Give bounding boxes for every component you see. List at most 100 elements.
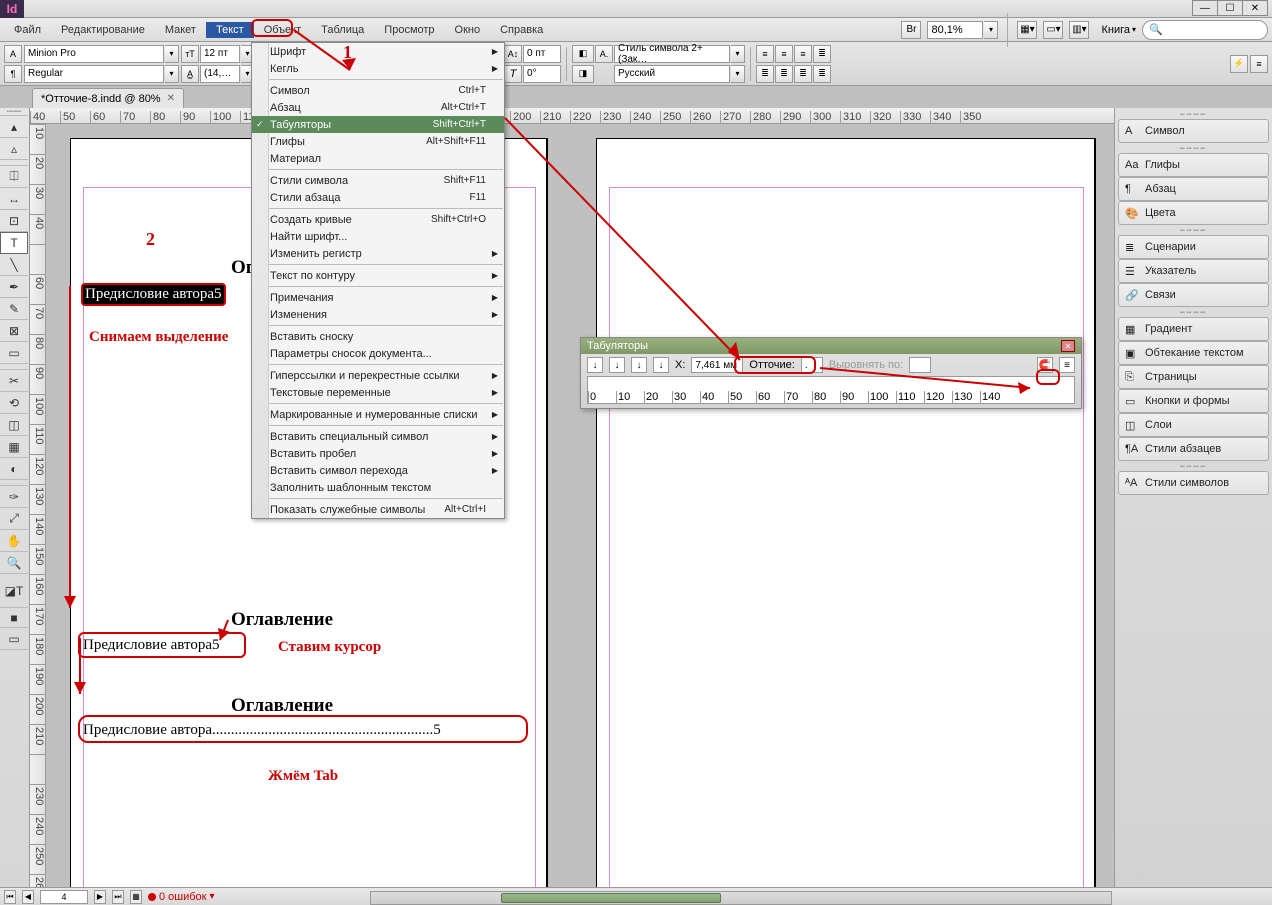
panel-menu-icon[interactable]: ≡ bbox=[1250, 55, 1268, 73]
menu-Файл[interactable]: Файл bbox=[4, 22, 51, 38]
gap-tool[interactable]: ↔ bbox=[0, 188, 28, 210]
preflight-status[interactable]: 0 ошибок ▾ bbox=[148, 891, 215, 903]
frame-tool[interactable]: ⊠ bbox=[0, 320, 28, 342]
skew[interactable]: 0° bbox=[523, 65, 561, 83]
page-prev[interactable]: ◀ bbox=[22, 890, 34, 904]
tab-left-icon[interactable]: ↓ bbox=[587, 357, 603, 373]
menu-Объект[interactable]: Объект bbox=[254, 22, 311, 38]
menu-item-Глифы[interactable]: ГлифыAlt+Shift+F11 bbox=[252, 133, 504, 150]
gradient-tool[interactable]: ▦ bbox=[0, 436, 28, 458]
font-family[interactable]: Minion Pro bbox=[24, 45, 164, 63]
panel-Обтекание текстом[interactable]: ▣Обтекание текстом bbox=[1118, 341, 1269, 365]
view-options-icon[interactable]: ▦▾ bbox=[1017, 21, 1037, 39]
menu-item-Текст по контуру[interactable]: Текст по контуру▶ bbox=[252, 267, 504, 284]
font-size[interactable]: 12 пт bbox=[200, 45, 240, 63]
baseline[interactable]: 0 пт bbox=[523, 45, 561, 63]
h-scrollbar[interactable] bbox=[370, 891, 1112, 905]
page-last[interactable]: ⏭ bbox=[112, 890, 124, 904]
menu-item-Заполнить шаблонным текстом[interactable]: Заполнить шаблонным текстом bbox=[252, 479, 504, 496]
dock-grip[interactable]: ┅┅┅┅ bbox=[1115, 144, 1272, 152]
menu-item-Стили символа[interactable]: Стили символаShift+F11 bbox=[252, 172, 504, 189]
menu-item-Шрифт[interactable]: Шрифт▶ bbox=[252, 43, 504, 60]
panel-Градиент[interactable]: ▦Градиент bbox=[1118, 317, 1269, 341]
rect-tool[interactable]: ▭ bbox=[0, 342, 28, 364]
menu-item-Изменить регистр[interactable]: Изменить регистр▶ bbox=[252, 245, 504, 262]
panel-Страницы[interactable]: ⎘Страницы bbox=[1118, 365, 1269, 389]
panel-Указатель[interactable]: ☰Указатель bbox=[1118, 259, 1269, 283]
menu-item-Материал[interactable]: Материал bbox=[252, 150, 504, 167]
tabs-menu-icon[interactable]: ≡ bbox=[1059, 357, 1075, 373]
menu-item-Изменения[interactable]: Изменения▶ bbox=[252, 306, 504, 323]
tabs-panel-close[interactable]: ✕ bbox=[1061, 340, 1075, 352]
justify-all-icon[interactable]: ≣ bbox=[813, 65, 831, 83]
language-dd[interactable]: ▾ bbox=[731, 65, 745, 83]
note-tool[interactable]: ✑ bbox=[0, 486, 28, 508]
stroke-swatch[interactable]: ◨ bbox=[572, 65, 594, 83]
tabs-align-value[interactable] bbox=[909, 357, 931, 373]
menu-Таблица[interactable]: Таблица bbox=[311, 22, 374, 38]
panel-Сценарии[interactable]: ≣Сценарии bbox=[1118, 235, 1269, 259]
fill-stroke[interactable]: ◪T bbox=[0, 574, 28, 608]
tabs-panel-titlebar[interactable]: Табуляторы ✕ bbox=[581, 338, 1081, 354]
selection-tool[interactable]: ▴ bbox=[0, 116, 28, 138]
menu-item-Показать служебные символы[interactable]: Показать служебные символыAlt+Ctrl+I bbox=[252, 501, 504, 518]
language[interactable]: Русский bbox=[614, 65, 730, 83]
close-tab-icon[interactable]: ✕ bbox=[167, 93, 175, 104]
screen-mode-icon[interactable]: ▭▾ bbox=[1043, 21, 1063, 39]
para-mode-icon[interactable]: ¶ bbox=[4, 65, 22, 83]
line-tool[interactable]: ╲ bbox=[0, 254, 28, 276]
tabs-leader-value[interactable]: . bbox=[801, 357, 823, 373]
panel-Стили символов[interactable]: ᴬAСтили символов bbox=[1118, 471, 1269, 495]
panel-Символ[interactable]: AСимвол bbox=[1118, 119, 1269, 143]
workspace-label[interactable]: Книга bbox=[1101, 24, 1130, 36]
tab-decimal-icon[interactable]: ↓ bbox=[653, 357, 669, 373]
dock-grip[interactable]: ┅┅┅┅ bbox=[1115, 110, 1272, 118]
menu-Окно[interactable]: Окно bbox=[445, 22, 491, 38]
panel-Стили абзацев[interactable]: ¶AСтили абзацев bbox=[1118, 437, 1269, 461]
page-tool[interactable]: ⎅ bbox=[0, 166, 28, 188]
menu-item-Вставить символ перехода[interactable]: Вставить символ перехода▶ bbox=[252, 462, 504, 479]
tabs-ruler[interactable]: 0102030405060708090100110120130140 bbox=[587, 376, 1075, 404]
menu-item-Символ[interactable]: СимволCtrl+T bbox=[252, 82, 504, 99]
font-weight[interactable]: Regular bbox=[24, 65, 164, 83]
align-center-icon[interactable]: ≡ bbox=[775, 45, 793, 63]
type-tool[interactable]: T bbox=[0, 232, 28, 254]
page-number[interactable]: 4 bbox=[40, 890, 88, 904]
page-spread[interactable]: Огл Предисловие автора5 Снимаем выделени… bbox=[46, 124, 1114, 905]
menu-Просмотр[interactable]: Просмотр bbox=[374, 22, 444, 38]
dock-grip[interactable]: ┅┅┅┅ bbox=[1115, 308, 1272, 316]
page-first[interactable]: ⏮ bbox=[4, 890, 16, 904]
hand-tool[interactable]: ✋ bbox=[0, 530, 28, 552]
menu-item-Вставить специальный символ[interactable]: Вставить специальный символ▶ bbox=[252, 428, 504, 445]
tabs-panel[interactable]: Табуляторы ✕ ↓ ↓ ↓ ↓ X: 7,461 мм Отточие… bbox=[580, 337, 1082, 409]
menu-item-Примечания[interactable]: Примечания▶ bbox=[252, 289, 504, 306]
scale-tool[interactable]: ◫ bbox=[0, 414, 28, 436]
leading[interactable]: (14,… bbox=[200, 65, 240, 83]
selected-text[interactable]: Предисловие автора5 bbox=[81, 283, 226, 306]
zoom-dropdown[interactable]: ▾ bbox=[984, 21, 998, 39]
transform-tool[interactable]: ⟲ bbox=[0, 392, 28, 414]
tabs-x-value[interactable]: 7,461 мм bbox=[691, 357, 743, 373]
pencil-tool[interactable]: ✎ bbox=[0, 298, 28, 320]
panel-Цвета[interactable]: 🎨Цвета bbox=[1118, 201, 1269, 225]
screen-mode[interactable]: ▭ bbox=[0, 628, 28, 650]
menu-item-Вставить сноску[interactable]: Вставить сноску bbox=[252, 328, 504, 345]
menu-item-Табуляторы[interactable]: ✓ТабуляторыShift+Ctrl+T bbox=[252, 116, 504, 133]
menu-item-Стили абзаца[interactable]: Стили абзацаF11 bbox=[252, 189, 504, 206]
menu-item-Найти шрифт...[interactable]: Найти шрифт... bbox=[252, 228, 504, 245]
zoom-level[interactable]: 80,1% bbox=[927, 21, 983, 39]
menu-item-Маркированные и нумерованные списки[interactable]: Маркированные и нумерованные списки▶ bbox=[252, 406, 504, 423]
menu-Справка[interactable]: Справка bbox=[490, 22, 553, 38]
panel-Связи[interactable]: 🔗Связи bbox=[1118, 283, 1269, 307]
apply-color[interactable]: ■ bbox=[0, 608, 28, 628]
justify-icon[interactable]: ≣ bbox=[813, 45, 831, 63]
zoom-tool[interactable]: 🔍 bbox=[0, 552, 28, 574]
font-dd[interactable]: ▾ bbox=[165, 45, 179, 63]
panel-Слои[interactable]: ◫Слои bbox=[1118, 413, 1269, 437]
justify-left-icon[interactable]: ≣ bbox=[756, 65, 774, 83]
tab-center-icon[interactable]: ↓ bbox=[609, 357, 625, 373]
h-scroll-thumb[interactable] bbox=[501, 893, 721, 903]
quick-apply-icon[interactable]: ⚡ bbox=[1230, 55, 1248, 73]
open-icon[interactable]: ▦ bbox=[130, 890, 142, 904]
panel-Кнопки и формы[interactable]: ▭Кнопки и формы bbox=[1118, 389, 1269, 413]
